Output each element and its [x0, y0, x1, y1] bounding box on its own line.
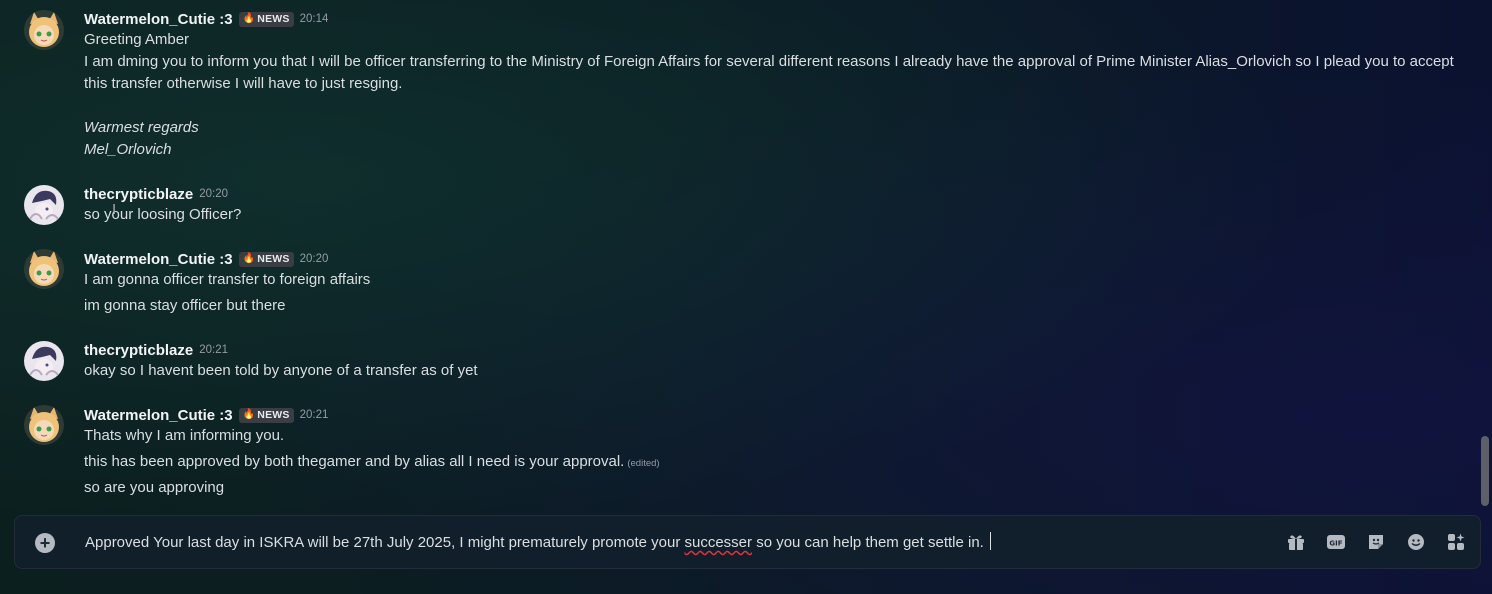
message-header: Watermelon_Cutie :3 🔥 NEWS 20:21	[84, 405, 328, 425]
message-text: I am dming you to inform you that I will…	[84, 53, 1454, 92]
apps-icon[interactable]	[1446, 531, 1466, 553]
add-attachment-button[interactable]: +	[35, 533, 55, 553]
avatar[interactable]	[24, 341, 64, 381]
gift-icon[interactable]	[1286, 531, 1306, 553]
avatar[interactable]	[24, 249, 64, 289]
tag-label: NEWS	[257, 253, 290, 265]
timestamp: 20:20	[199, 188, 228, 200]
message-text: Mel_Orlovich	[84, 141, 172, 158]
text-cursor-icon: I	[112, 201, 117, 218]
message-text-edited: this has been approved by both thegamer …	[84, 451, 660, 475]
message-composer[interactable]: + Approved Your last day in ISKRA will b…	[14, 515, 1481, 569]
message-header: thecrypticblaze 20:20	[84, 184, 228, 204]
composer-text-part: so you can help them get settle in.	[752, 534, 984, 551]
flame-icon: 🔥	[242, 253, 256, 264]
server-tag-badge[interactable]: 🔥 NEWS	[238, 407, 294, 423]
server-tag-badge[interactable]: 🔥 NEWS	[238, 251, 294, 267]
message-header: Watermelon_Cutie :3 🔥 NEWS 20:20	[84, 249, 328, 269]
avatar[interactable]	[24, 10, 64, 50]
message-input[interactable]: Approved Your last day in ISKRA will be …	[85, 532, 991, 554]
avatar[interactable]	[24, 405, 64, 445]
scrollbar-thumb[interactable]	[1481, 436, 1489, 506]
tag-label: NEWS	[257, 13, 290, 25]
message-header: thecrypticblaze 20:21	[84, 340, 228, 360]
plus-icon: +	[39, 533, 51, 553]
timestamp: 20:21	[199, 344, 228, 356]
svg-text:GIF: GIF	[1329, 540, 1342, 548]
username[interactable]: Watermelon_Cutie :3	[84, 11, 233, 28]
username[interactable]: thecrypticblaze	[84, 342, 193, 359]
text-caret	[989, 532, 991, 550]
timestamp: 20:20	[299, 253, 329, 265]
message-header: Watermelon_Cutie :3 🔥 NEWS 20:14	[84, 9, 328, 29]
message-text: so your loosing Officer?	[84, 206, 242, 223]
composer-toolbar: GIF	[1286, 531, 1466, 553]
timestamp: 20:21	[299, 409, 329, 421]
server-tag-badge[interactable]: 🔥 NEWS	[238, 11, 294, 27]
message-text: Thats why I am informing you.	[84, 427, 285, 444]
message-list[interactable]: Watermelon_Cutie :3 🔥 NEWS 20:14 Greeting…	[0, 0, 1476, 510]
message-text: okay so I havent been told by anyone of …	[84, 362, 478, 379]
sticker-icon[interactable]	[1366, 531, 1386, 553]
flame-icon: 🔥	[242, 13, 256, 24]
composer-text-part: Approved Your last day in ISKRA will be …	[85, 534, 685, 551]
timestamp: 20:14	[299, 13, 329, 25]
message-text: Greeting Amber	[84, 31, 190, 48]
tag-label: NEWS	[257, 409, 290, 421]
misspelled-word[interactable]: successer	[685, 534, 753, 551]
message-text: im gonna stay officer but there	[84, 297, 286, 314]
edited-label: (edited)	[627, 458, 660, 469]
avatar[interactable]	[24, 185, 64, 225]
flame-icon: 🔥	[242, 409, 256, 420]
gif-icon[interactable]: GIF	[1326, 531, 1346, 553]
message-text: Warmest regards	[84, 119, 199, 136]
username[interactable]: Watermelon_Cutie :3	[84, 407, 233, 424]
scrollbar-track[interactable]	[1478, 0, 1486, 510]
message-text: I am gonna officer transfer to foreign a…	[84, 271, 371, 288]
message-text: so are you approving	[84, 479, 225, 496]
username[interactable]: Watermelon_Cutie :3	[84, 251, 233, 268]
username[interactable]: thecrypticblaze	[84, 186, 193, 203]
emoji-icon[interactable]	[1406, 531, 1426, 553]
message-text: this has been approved by both thegamer …	[84, 453, 625, 470]
